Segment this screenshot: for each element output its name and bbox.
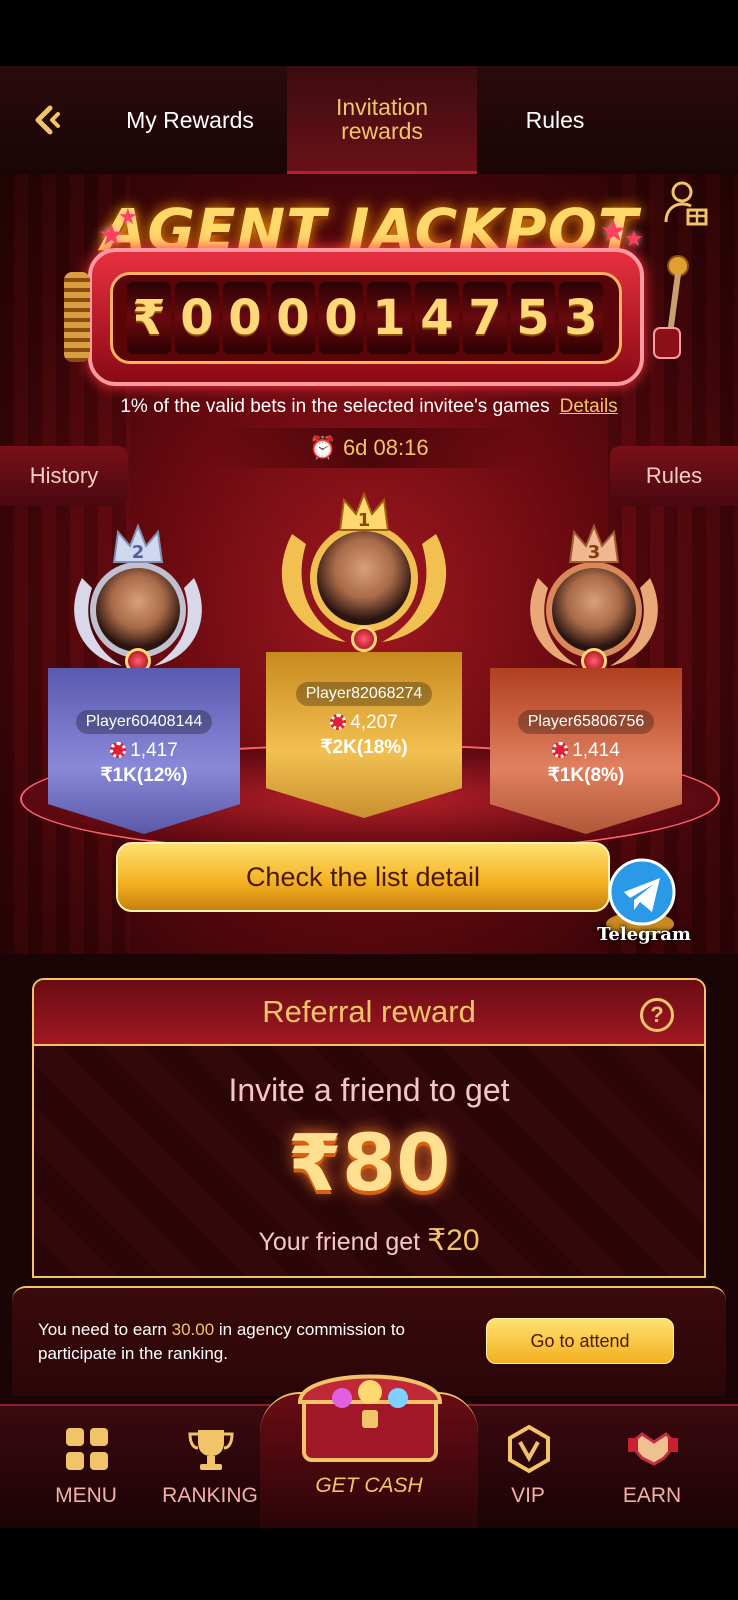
rank-1-crown-icon: 1 (338, 491, 390, 531)
player-reward: ₹2K(18%) (320, 737, 408, 758)
player-score: 1,414 (490, 740, 682, 762)
svg-text:1: 1 (358, 510, 371, 531)
podium-card-rank-2[interactable]: Player60408144 1,417 ₹1K(12%) (48, 668, 240, 834)
podium-card-rank-1[interactable]: Player82068274 4,207 ₹2K(18%) (266, 652, 462, 818)
jackpot-counter: ₹ 0 0 0 0 1 4 7 5 3 (88, 248, 644, 386)
agent-jackpot-section: AGENT JACKPOT ★ ★ ★ ★ ₹ 0 0 0 0 1 4 7 5 … (0, 174, 738, 954)
alarm-clock-icon: ⏰ (309, 435, 337, 460)
tab-my-rewards[interactable]: My Rewards (100, 66, 280, 174)
star-icon: ★ (118, 204, 138, 229)
rules-button[interactable]: Rules (610, 446, 738, 506)
jackpot-digit: 0 (175, 282, 219, 354)
jackpot-digit: 5 (511, 282, 555, 354)
referral-reward-card: Referral reward ? Invite a friend to get… (32, 978, 706, 1278)
avatar-rank-2[interactable] (90, 562, 186, 658)
referral-header: Referral reward ? (34, 980, 704, 1046)
avatar-rank-3[interactable] (546, 562, 642, 658)
rank-3-crown-icon: 3 (568, 523, 620, 563)
invite-amount: ₹80 (287, 1119, 451, 1209)
jackpot-digit: 1 (367, 282, 411, 354)
star-icon: ★ (624, 226, 644, 251)
star-icon: ★ (600, 215, 627, 248)
status-bar-area (0, 0, 738, 66)
commission-amount: 30.00 (171, 1320, 215, 1339)
svg-text:3: 3 (588, 542, 601, 563)
jackpot-digit: 7 (463, 282, 507, 354)
friend-get-text: Your friend get ₹20 (258, 1224, 480, 1257)
chip-icon (552, 742, 569, 758)
nav-menu[interactable]: MENU (26, 1406, 146, 1530)
player-reward: ₹1K(8%) (547, 765, 625, 786)
chip-icon (110, 742, 127, 758)
jackpot-digit: 0 (271, 282, 315, 354)
countdown-timer: ⏰ 6d 08:16 (210, 428, 528, 468)
jackpot-digit: 4 (415, 282, 459, 354)
avatar-rank-1[interactable] (310, 524, 418, 632)
vip-shield-icon (508, 1424, 550, 1474)
menu-grid-icon (66, 1428, 108, 1470)
help-question-icon[interactable]: ? (640, 998, 674, 1032)
check-list-detail-button[interactable]: Check the list detail (116, 842, 610, 912)
gem-icon (351, 626, 377, 652)
system-nav-area (0, 1528, 738, 1600)
header-tabs: My Rewards Invitation rewards Rules (0, 66, 738, 174)
handshake-icon (628, 1432, 678, 1466)
treasure-chest-icon[interactable] (282, 1358, 458, 1468)
history-button[interactable]: History (0, 446, 128, 506)
telegram-label[interactable]: Telegram (584, 924, 704, 945)
jackpot-digit: 0 (223, 282, 267, 354)
rank-2-crown-icon: 2 (112, 523, 164, 563)
chip-icon (330, 714, 347, 730)
player-name: Player60408144 (75, 710, 213, 734)
jackpot-description: 1% of the valid bets in the selected inv… (120, 396, 618, 417)
go-to-attend-button[interactable]: Go to attend (486, 1318, 674, 1364)
slot-lever-icon (653, 255, 689, 359)
player-reward: ₹1K(12%) (100, 765, 188, 786)
tab-rules[interactable]: Rules (480, 66, 630, 174)
nav-ranking[interactable]: RANKING (150, 1406, 270, 1530)
referral-title: Referral reward (262, 994, 476, 1029)
currency-symbol: ₹ (127, 282, 171, 354)
back-arrow-icon[interactable] (28, 100, 68, 140)
tab-invitation-rewards[interactable]: Invitation rewards (287, 66, 477, 174)
friend-get-amount: ₹20 (427, 1224, 480, 1257)
invite-text: Invite a friend to get (228, 1072, 510, 1108)
trophy-icon (188, 1430, 234, 1470)
jackpot-digit: 0 (319, 282, 363, 354)
player-score: 1,417 (48, 740, 240, 762)
get-cash-label[interactable]: GET CASH (260, 1474, 478, 1498)
player-score: 4,207 (266, 712, 462, 734)
details-link[interactable]: Details (560, 396, 618, 417)
svg-text:2: 2 (132, 542, 145, 563)
agent-profile-gift-icon[interactable] (662, 178, 710, 230)
nav-earn[interactable]: EARN (592, 1406, 712, 1530)
player-name: Player82068274 (295, 682, 433, 706)
player-name: Player65806756 (517, 710, 655, 734)
nav-vip[interactable]: VIP (468, 1406, 588, 1530)
jackpot-digit: 3 (559, 282, 603, 354)
spring-decoration (64, 272, 90, 362)
podium-card-rank-3[interactable]: Player65806756 1,414 ₹1K(8%) (490, 668, 682, 834)
